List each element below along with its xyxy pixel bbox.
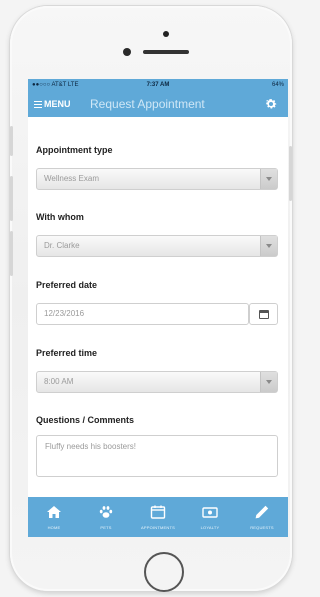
home-icon: [47, 506, 61, 518]
with-whom-label: With whom: [36, 212, 84, 222]
appointment-form: Appointment type Wellness Exam With whom…: [28, 117, 288, 497]
menu-label: MENU: [44, 99, 71, 109]
nav-bar: MENU Request Appointment: [28, 91, 288, 117]
phone-screen: ●●○○○ AT&T LTE 7:37 AM 64% MENU Request …: [28, 79, 288, 537]
power-button: [289, 146, 292, 201]
comments-textarea[interactable]: Fluffy needs his boosters!: [36, 435, 278, 477]
date-picker-button[interactable]: [249, 303, 278, 325]
appointment-type-value: Wellness Exam: [44, 174, 99, 183]
tab-requests[interactable]: REQUESTS: [236, 497, 288, 537]
volume-up-button: [10, 176, 13, 221]
proximity-sensor: [163, 31, 169, 37]
earpiece-speaker: [143, 50, 189, 54]
bottom-tab-bar: HOME PETS APPOINTMENTS LOYALTY REQUESTS: [28, 497, 288, 537]
battery-level: 64%: [271, 82, 284, 88]
status-bar: ●●○○○ AT&T LTE 7:37 AM 64%: [28, 79, 288, 91]
tab-home-label: HOME: [47, 525, 61, 530]
preferred-date-label: Preferred date: [36, 280, 98, 290]
appointment-type-label: Appointment type: [36, 145, 113, 155]
preferred-time-select[interactable]: 8:00 AM: [36, 371, 278, 393]
tab-appointments-label: APPOINTMENTS: [141, 525, 175, 530]
preferred-date-value: 12/23/2016: [44, 309, 85, 318]
calendar-icon: [150, 505, 166, 519]
appointment-type-select[interactable]: Wellness Exam: [36, 168, 278, 190]
tab-pets-label: PETS: [100, 525, 112, 530]
hamburger-icon: [34, 99, 42, 110]
tab-loyalty-label: LOYALTY: [200, 525, 220, 530]
preferred-time-label: Preferred time: [36, 348, 98, 358]
preferred-time-value: 8:00 AM: [44, 377, 74, 386]
ticket-icon: [202, 507, 218, 518]
volume-down-button: [10, 231, 13, 276]
status-time: 7:37 AM: [146, 82, 170, 88]
home-button[interactable]: [144, 552, 184, 592]
menu-button[interactable]: MENU: [34, 91, 71, 117]
page-title: Request Appointment: [90, 97, 205, 111]
tab-loyalty[interactable]: LOYALTY: [184, 497, 236, 537]
tab-pets[interactable]: PETS: [80, 497, 132, 537]
pencil-icon: [255, 505, 269, 519]
comments-label: Questions / Comments: [36, 415, 135, 425]
with-whom-value: Dr. Clarke: [44, 241, 80, 250]
front-camera: [123, 48, 131, 56]
calendar-icon: [259, 310, 269, 319]
tab-requests-label: REQUESTS: [250, 525, 274, 530]
gear-icon[interactable]: [264, 97, 278, 111]
chevron-down-icon: [260, 236, 277, 256]
mute-switch: [10, 126, 13, 156]
tab-appointments[interactable]: APPOINTMENTS: [132, 497, 184, 537]
tab-home[interactable]: HOME: [28, 497, 80, 537]
paw-icon: [99, 506, 113, 518]
chevron-down-icon: [260, 169, 277, 189]
with-whom-select[interactable]: Dr. Clarke: [36, 235, 278, 257]
preferred-date-input[interactable]: 12/23/2016: [36, 303, 249, 325]
chevron-down-icon: [260, 372, 277, 392]
